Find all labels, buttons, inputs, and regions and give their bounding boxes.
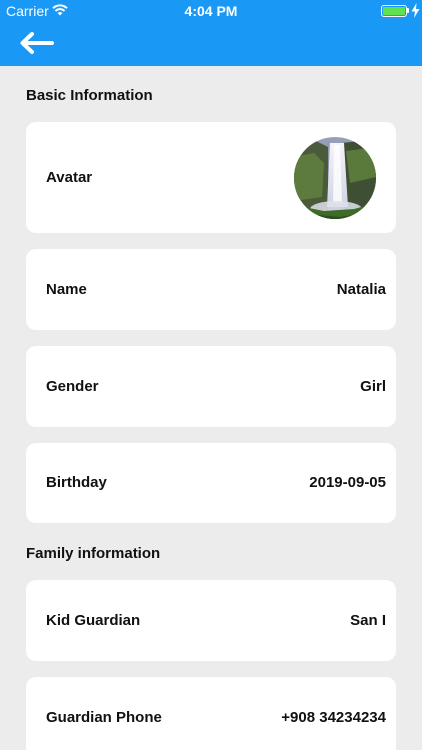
basic-information-heading: Basic Information <box>26 87 153 104</box>
kid-guardian-row[interactable]: Kid Guardian San I <box>26 580 396 661</box>
battery-level <box>383 7 405 15</box>
avatar-label: Avatar <box>46 169 93 186</box>
back-arrow-icon[interactable] <box>18 30 54 56</box>
charging-bolt-icon <box>411 3 420 18</box>
gender-label: Gender <box>46 378 99 395</box>
family-information-heading: Family information <box>26 545 161 562</box>
name-label: Name <box>46 281 87 298</box>
status-time: 4:04 PM <box>184 3 238 19</box>
birthday-row[interactable]: Birthday 2019-09-05 <box>26 443 396 523</box>
top-nav-bar: Carrier 4:04 PM <box>0 0 422 66</box>
guardian-phone-row[interactable]: Guardian Phone +908 34234234 <box>26 677 396 750</box>
battery-icon <box>381 5 407 17</box>
birthday-value: 2019-09-05 <box>309 474 386 491</box>
battery-tip <box>407 8 409 13</box>
kid-guardian-label: Kid Guardian <box>46 612 141 629</box>
kid-guardian-value: San I <box>350 612 386 629</box>
status-bar: Carrier 4:04 PM <box>0 0 422 22</box>
gender-value: Girl <box>360 378 386 395</box>
gender-row[interactable]: Gender Girl <box>26 346 396 427</box>
guardian-phone-label: Guardian Phone <box>46 709 162 726</box>
name-row[interactable]: Name Natalia <box>26 249 396 330</box>
birthday-label: Birthday <box>46 474 107 491</box>
avatar-image[interactable] <box>294 137 376 219</box>
guardian-phone-value: +908 34234234 <box>281 709 386 726</box>
name-value: Natalia <box>336 281 386 298</box>
avatar-row[interactable]: Avatar <box>26 122 396 233</box>
waterfall-photo <box>294 137 376 219</box>
